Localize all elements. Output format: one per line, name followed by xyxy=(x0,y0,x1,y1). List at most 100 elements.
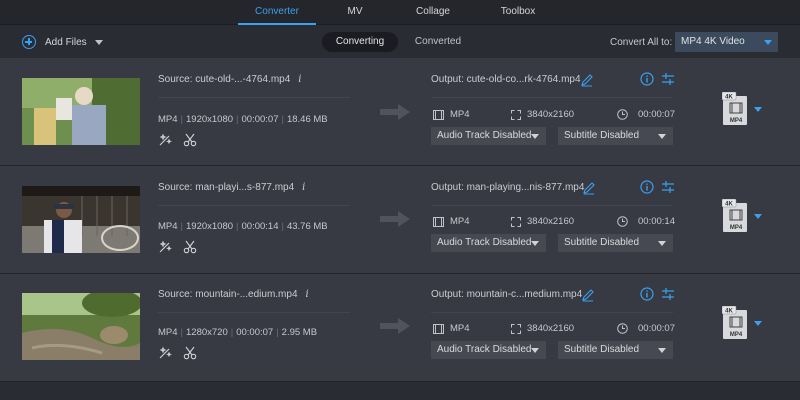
audio-track-dropdown[interactable]: Audio Track Disabled xyxy=(431,341,546,359)
output-text: Output: cute-old-co...rk-4764.mp4 xyxy=(431,74,581,85)
output-duration: 00:00:07 xyxy=(617,109,675,120)
clock-icon xyxy=(617,109,628,120)
source-filename: Source: cute-old-...-4764.mp4 i xyxy=(158,74,302,85)
tab-toolbox[interactable]: Toolbox xyxy=(490,0,546,25)
divider xyxy=(158,205,350,206)
badge-format-text: MP4 xyxy=(730,332,743,338)
chevron-down-icon xyxy=(531,134,539,139)
toolbar: Add Files Converting Converted Convert A… xyxy=(0,25,800,58)
clock-icon xyxy=(617,323,628,334)
source-text: Source: man-playi...s-877.mp4 xyxy=(158,182,295,193)
subtitle-dropdown[interactable]: Subtitle Disabled xyxy=(558,341,673,359)
info-icon[interactable]: i xyxy=(298,74,301,85)
scissors-icon[interactable] xyxy=(183,133,197,147)
edit-icon[interactable] xyxy=(580,73,594,87)
format-mp4-icon[interactable]: 4K MP4 xyxy=(722,306,750,340)
output-duration-text: 00:00:14 xyxy=(638,216,675,227)
output-text: Output: man-playing...nis-877.mp4 xyxy=(431,182,585,193)
video-thumbnail[interactable] xyxy=(22,186,140,253)
chevron-down-icon xyxy=(658,134,666,139)
converting-tab[interactable]: Converting xyxy=(322,32,398,52)
badge-format-text: MP4 xyxy=(730,225,743,231)
row-divider xyxy=(0,381,800,382)
output-resolution: 3840x2160 xyxy=(511,323,574,334)
meta-resolution: 1280x720 xyxy=(186,327,228,338)
subtitle-value: Subtitle Disabled xyxy=(564,130,640,141)
convert-all-value: MP4 4K Video xyxy=(681,36,745,47)
arrow-right-icon xyxy=(380,211,410,227)
resize-icon xyxy=(511,109,521,120)
divider xyxy=(158,97,350,98)
subtitle-value: Subtitle Disabled xyxy=(564,237,640,248)
output-format-text: MP4 xyxy=(450,323,470,334)
audio-track-dropdown[interactable]: Audio Track Disabled xyxy=(431,234,546,252)
scissors-icon[interactable] xyxy=(183,240,197,254)
enhance-icon[interactable] xyxy=(158,133,172,147)
settings-sliders-icon[interactable] xyxy=(661,72,675,86)
settings-sliders-icon[interactable] xyxy=(661,180,675,194)
chevron-down-icon xyxy=(658,348,666,353)
convert-all-label: Convert All to: xyxy=(610,37,673,48)
output-resolution-text: 3840x2160 xyxy=(527,109,575,120)
chevron-down-icon[interactable] xyxy=(754,321,762,326)
source-filename: Source: man-playi...s-877.mp4 i xyxy=(158,182,305,193)
convert-all-select[interactable]: MP4 4K Video xyxy=(675,32,778,52)
output-resolution-text: 3840x2160 xyxy=(527,216,575,227)
settings-sliders-icon[interactable] xyxy=(661,287,675,301)
resize-icon xyxy=(511,323,521,334)
video-thumbnail[interactable] xyxy=(22,293,140,360)
edit-icon[interactable] xyxy=(581,288,595,302)
chevron-down-icon[interactable] xyxy=(754,107,762,112)
meta-duration: 00:00:14 xyxy=(241,221,279,232)
video-thumbnail[interactable] xyxy=(22,78,140,145)
info-icon[interactable]: i xyxy=(302,182,305,193)
tab-collage[interactable]: Collage xyxy=(405,0,461,25)
tab-converter[interactable]: Converter xyxy=(238,0,316,25)
info-circle-icon[interactable] xyxy=(640,180,654,194)
output-filename: Output: cute-old-co...rk-4764.mp4 xyxy=(431,74,581,85)
add-icon xyxy=(22,35,36,49)
meta-duration: 00:00:07 xyxy=(236,327,274,338)
source-meta: MP4 | 1920x1080 | 00:00:14 | 43.76 MB xyxy=(158,221,328,232)
format-mp4-icon[interactable]: 4K MP4 xyxy=(722,199,750,233)
output-text: Output: mountain-c...medium.mp4 xyxy=(431,289,583,300)
chevron-down-icon[interactable] xyxy=(94,39,103,45)
audio-track-value: Audio Track Disabled xyxy=(437,130,532,141)
edit-icon[interactable] xyxy=(582,181,596,195)
converted-tab[interactable]: Converted xyxy=(406,32,470,52)
source-text: Source: cute-old-...-4764.mp4 xyxy=(158,74,291,85)
tab-mv[interactable]: MV xyxy=(330,0,380,25)
output-filename: Output: mountain-c...medium.mp4 xyxy=(431,289,582,300)
clock-icon xyxy=(617,216,628,227)
source-filename: Source: mountain-...edium.mp4 i xyxy=(158,289,309,300)
divider xyxy=(431,205,673,206)
audio-track-dropdown[interactable]: Audio Track Disabled xyxy=(431,127,546,145)
audio-track-value: Audio Track Disabled xyxy=(437,237,532,248)
output-format: MP4 xyxy=(433,216,470,227)
format-mp4-icon[interactable]: 4K MP4 xyxy=(722,92,750,126)
output-resolution: 3840x2160 xyxy=(511,216,574,227)
chevron-down-icon xyxy=(531,348,539,353)
add-files-button[interactable]: Add Files xyxy=(22,34,103,50)
chevron-down-icon[interactable] xyxy=(754,214,762,219)
info-icon[interactable]: i xyxy=(306,289,309,300)
output-resolution-text: 3840x2160 xyxy=(527,323,575,334)
meta-format: MP4 xyxy=(158,114,178,125)
info-circle-icon[interactable] xyxy=(640,287,654,301)
source-text: Source: mountain-...edium.mp4 xyxy=(158,289,298,300)
film-icon xyxy=(433,323,444,334)
chevron-down-icon xyxy=(764,40,772,45)
scissors-icon[interactable] xyxy=(183,346,197,360)
meta-size: 43.76 MB xyxy=(286,221,328,232)
info-circle-icon[interactable] xyxy=(640,72,654,86)
enhance-icon[interactable] xyxy=(158,346,172,360)
divider xyxy=(431,312,673,313)
meta-resolution: 1920x1080 xyxy=(186,114,234,125)
subtitle-dropdown[interactable]: Subtitle Disabled xyxy=(558,127,673,145)
meta-format: MP4 xyxy=(158,221,178,232)
meta-size: 18.46 MB xyxy=(286,114,328,125)
meta-resolution: 1920x1080 xyxy=(186,221,234,232)
subtitle-dropdown[interactable]: Subtitle Disabled xyxy=(558,234,673,252)
enhance-icon[interactable] xyxy=(158,240,172,254)
meta-duration: 00:00:07 xyxy=(241,114,279,125)
